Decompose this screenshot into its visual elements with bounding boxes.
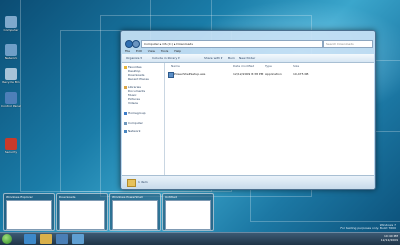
preview-untitled[interactable]: Untitled (162, 193, 214, 231)
preview-explorer[interactable]: Windows Explorer (3, 193, 55, 231)
preview-powershell[interactable]: Windows PowerShell (109, 193, 161, 231)
desktop-icon-security[interactable]: Security (1, 138, 21, 154)
watermark-line: For testing purposes only. Build 7600 (340, 226, 396, 230)
nav-videos[interactable]: Videos (128, 101, 138, 105)
file-type: Application (265, 72, 282, 76)
system-clock[interactable]: 10:40 PM 12/12/2009 (381, 234, 398, 242)
file-size: 10,475 KB (293, 72, 309, 76)
menu-edit[interactable]: Edit (136, 49, 142, 53)
address-row: Computer ▸ OS (C:) ▸ Downloads Search Do… (125, 40, 373, 48)
desktop-icon-network[interactable]: Network (1, 44, 21, 60)
menu-tools[interactable]: Tools (161, 49, 168, 53)
desktop-icon-label: Computer (3, 28, 19, 32)
taskbar-explorer-button[interactable] (40, 234, 52, 244)
explorer-window[interactable]: Computer ▸ OS (C:) ▸ Downloads Search Do… (120, 30, 376, 190)
desktop-icon-label: Control Panel (1, 104, 21, 108)
library-icon (124, 85, 127, 89)
desktop-icon-label: Recycle Bin (2, 80, 20, 84)
navigation-pane: Favorites Desktop Downloads Recent Place… (122, 63, 165, 175)
folder-icon (127, 179, 136, 187)
menu-file[interactable]: File (125, 49, 130, 53)
search-input[interactable]: Search Downloads (323, 40, 373, 48)
column-date-modified[interactable]: Date modified (233, 64, 254, 68)
share-with-button[interactable]: Share with ▾ (204, 54, 222, 62)
address-bar[interactable]: Computer ▸ OS (C:) ▸ Downloads (141, 40, 323, 48)
taskbar: 10:40 PM 12/12/2009 (0, 232, 400, 245)
column-name[interactable]: Name (171, 64, 180, 68)
item-count: 1 item (138, 180, 148, 184)
preview-downloads[interactable]: Downloads (56, 193, 108, 231)
recycle-bin-icon (5, 68, 17, 80)
preview-thumbnail (165, 200, 211, 230)
include-in-library-button[interactable]: Include in library ▾ (152, 54, 180, 62)
command-bar: Organize ▾ Include in library ▾ Share wi… (122, 54, 374, 63)
preview-thumbnail (59, 200, 105, 230)
desktop-icon-label: Network (4, 56, 18, 60)
taskbar-media-button[interactable] (56, 234, 68, 244)
organize-button[interactable]: Organize ▾ (126, 54, 142, 62)
start-button[interactable] (2, 234, 12, 244)
file-name: PowerShellSetup.exe (174, 72, 206, 76)
desktop-icon-control-panel[interactable]: Control Panel (1, 92, 21, 108)
computer-icon (124, 121, 127, 125)
desktop-icon-label: Security (4, 150, 18, 154)
computer-icon (5, 16, 17, 28)
preview-title: Windows Explorer (6, 195, 33, 199)
preview-title: Windows PowerShell (112, 195, 143, 199)
preview-thumbnail (6, 200, 52, 230)
desktop-icon-computer[interactable]: Computer (1, 16, 21, 32)
security-icon (5, 138, 17, 150)
taskbar-windows-button[interactable] (72, 234, 84, 244)
column-size[interactable]: Size (293, 64, 299, 68)
nav-homegroup[interactable]: Homegroup (124, 111, 146, 115)
forward-button[interactable] (132, 40, 140, 48)
star-icon (124, 65, 127, 69)
nav-network[interactable]: Network (124, 129, 141, 133)
burn-button[interactable]: Burn (228, 54, 235, 62)
menu-help[interactable]: Help (174, 49, 181, 53)
network-icon (5, 44, 17, 56)
menu-view[interactable]: View (148, 49, 155, 53)
nav-computer[interactable]: Computer (124, 121, 143, 125)
clock-date: 12/12/2009 (380, 238, 398, 242)
network-icon (124, 129, 127, 133)
homegroup-icon (124, 111, 127, 115)
preview-title: Downloads (59, 195, 76, 199)
details-pane: 1 item (122, 175, 374, 189)
desktop-icon-recycle-bin[interactable]: Recycle Bin (1, 68, 21, 84)
control-panel-icon (5, 92, 17, 104)
taskbar-ie-button[interactable] (24, 234, 36, 244)
file-list: Name Date modified Type Size PowerShellS… (165, 63, 374, 175)
preview-thumbnail (112, 200, 158, 230)
nav-recent-places[interactable]: Recent Places (128, 77, 149, 81)
os-watermark: Windows 7 For testing purposes only. Bui… (340, 224, 396, 230)
preview-title: Untitled (165, 195, 177, 199)
file-date: 12/12/2009 8:38 PM (233, 72, 264, 76)
column-type[interactable]: Type (265, 64, 272, 68)
new-folder-button[interactable]: New folder (239, 54, 255, 62)
